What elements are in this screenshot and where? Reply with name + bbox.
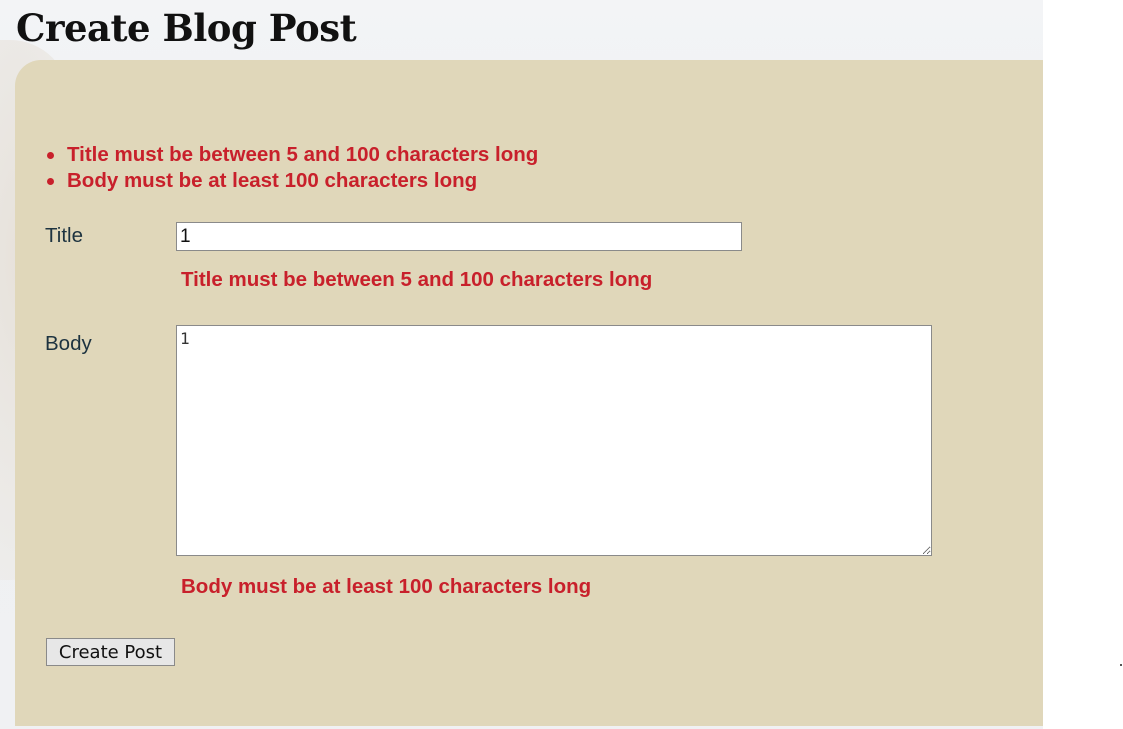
stray-dot bbox=[1120, 664, 1122, 666]
validation-summary: Title must be between 5 and 100 characte… bbox=[45, 142, 538, 194]
body-label: Body bbox=[45, 332, 92, 355]
body-textarea[interactable]: 1 bbox=[176, 325, 932, 556]
bullet-icon bbox=[47, 178, 54, 185]
bullet-icon bbox=[47, 152, 54, 159]
validation-summary-item: Body must be at least 100 characters lon… bbox=[45, 168, 538, 194]
validation-summary-item: Title must be between 5 and 100 characte… bbox=[45, 142, 538, 168]
title-label: Title bbox=[45, 224, 83, 247]
create-post-button[interactable]: Create Post bbox=[46, 638, 175, 666]
title-input[interactable] bbox=[176, 222, 742, 251]
body-error-message: Body must be at least 100 characters lon… bbox=[181, 575, 592, 598]
title-error-message: Title must be between 5 and 100 characte… bbox=[181, 268, 653, 291]
validation-summary-text: Body must be at least 100 characters lon… bbox=[67, 169, 478, 192]
create-post-form: Title must be between 5 and 100 characte… bbox=[15, 60, 1043, 726]
validation-summary-text: Title must be between 5 and 100 characte… bbox=[67, 143, 539, 166]
page-title: Create Blog Post bbox=[16, 6, 357, 50]
